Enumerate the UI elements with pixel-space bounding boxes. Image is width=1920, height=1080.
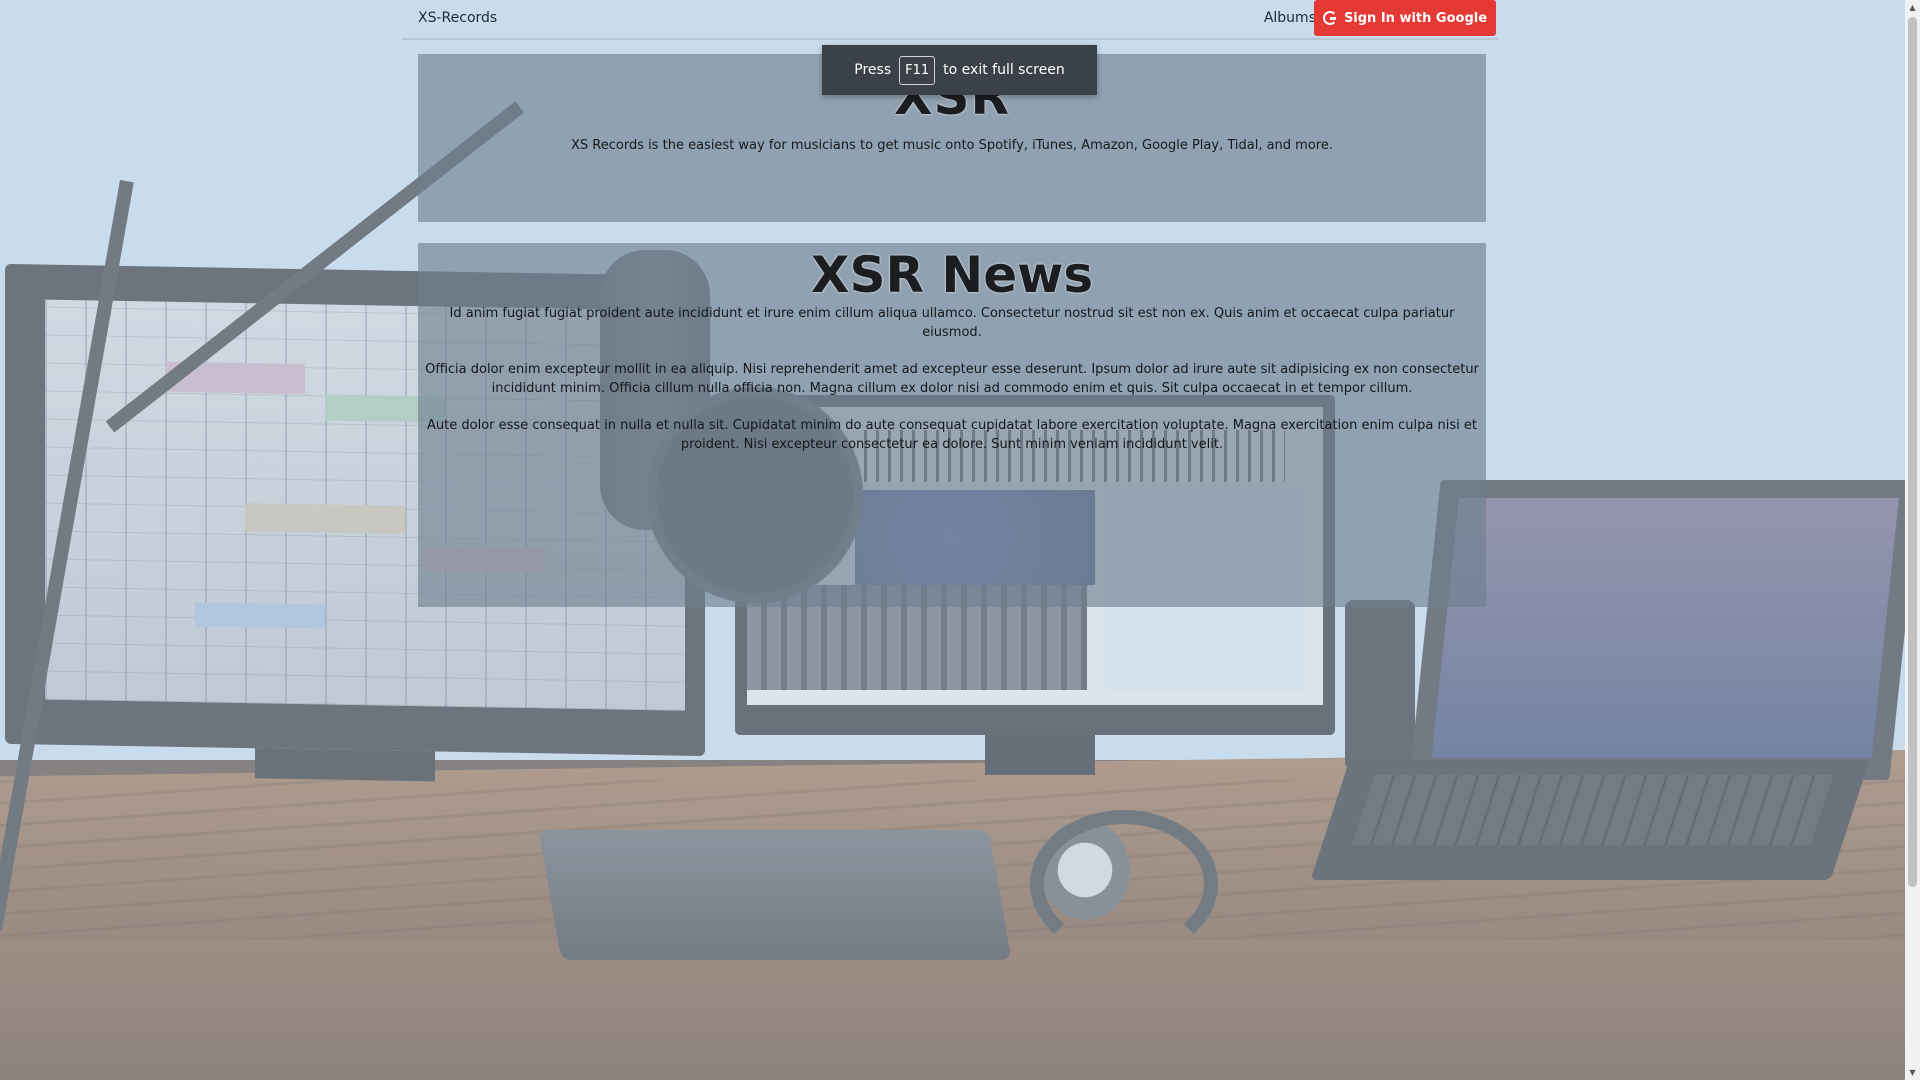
top-navbar: XS-Records Albums Sign In with Google [402, 0, 1498, 40]
news-title: XSR News [810, 246, 1094, 304]
sign-in-label: Sign In with Google [1343, 10, 1488, 26]
fullscreen-notice-prefix: Press [854, 62, 892, 78]
scrollbar-thumb[interactable] [1908, 17, 1917, 887]
brand-link[interactable]: XS-Records [418, 10, 497, 26]
news-paragraph: Aute dolor esse consequat in nulla et nu… [427, 418, 1477, 452]
f11-key-badge: F11 [899, 55, 936, 85]
sign-in-google-button[interactable]: Sign In with Google [1314, 0, 1496, 36]
fullscreen-notice-suffix: to exit full screen [943, 62, 1065, 78]
hero-subtitle: XS Records is the easiest way for musici… [570, 138, 1333, 153]
vertical-scrollbar[interactable]: ▲ ▼ [1905, 0, 1920, 1080]
scroll-down-arrow-icon[interactable]: ▼ [1905, 1065, 1920, 1080]
news-paragraph: Id anim fugiat fugiat proident aute inci… [449, 306, 1455, 340]
news-paragraph: Officia dolor enim excepteur mollit in e… [425, 362, 1479, 396]
news-panel: XSR News Id anim fugiat fugiat proident … [418, 243, 1486, 607]
fullscreen-notice: Press F11 to exit full screen [822, 45, 1097, 95]
scroll-up-arrow-icon[interactable]: ▲ [1905, 0, 1920, 15]
nav-albums-link[interactable]: Albums [1264, 10, 1316, 26]
google-icon [1322, 11, 1337, 25]
